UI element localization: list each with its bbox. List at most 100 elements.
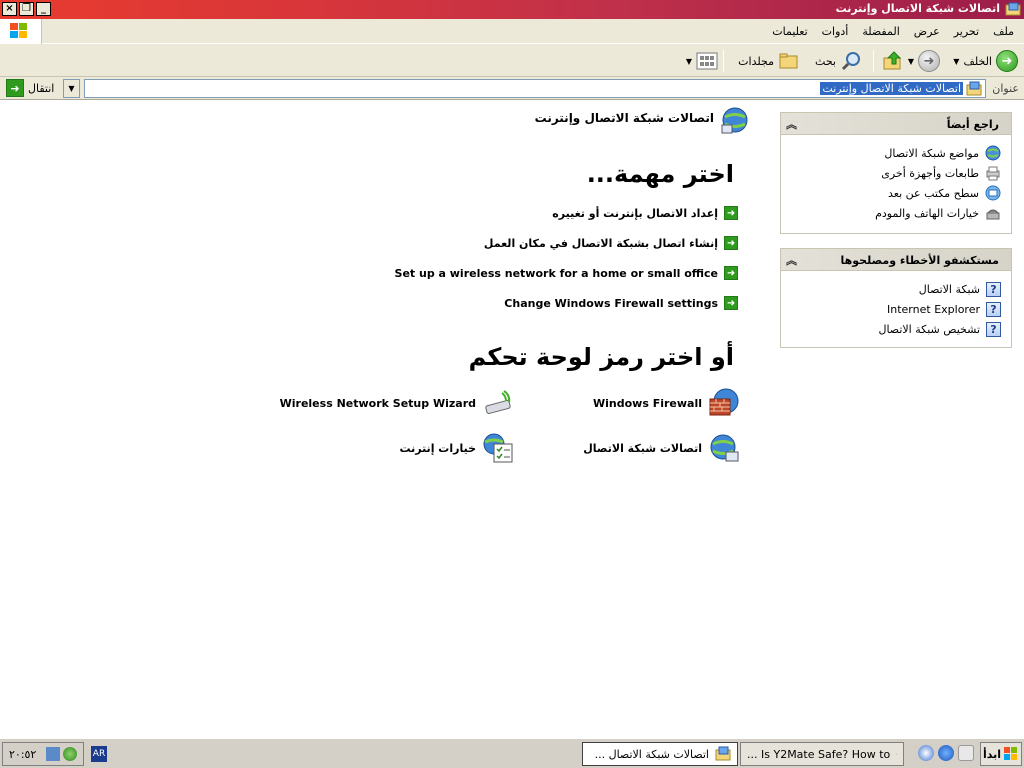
cp-internet-options[interactable]: خيارات إنترنت — [399, 432, 514, 464]
task-label: Change Windows Firewall settings — [504, 296, 718, 310]
back-dropdown-icon[interactable]: ▼ — [953, 57, 959, 66]
network-tray-icon[interactable] — [63, 747, 77, 761]
task-label: Set up a wireless network for a home or … — [394, 266, 718, 280]
see-also-item-phone-modem[interactable]: خيارات الهاتف والمودم — [791, 203, 1001, 223]
printer-icon — [986, 166, 1000, 181]
minimize-button[interactable]: _ — [36, 2, 51, 16]
troubleshooters-header[interactable]: مستكشفو الأخطاء ومصلحوها ︽ — [781, 249, 1011, 271]
task-arrow-icon: ➜ — [724, 236, 738, 250]
back-arrow-icon: ➜ — [996, 50, 1018, 72]
collapse-chevron-icon[interactable]: ︽ — [786, 116, 797, 132]
see-also-label: خيارات الهاتف والمودم — [875, 206, 979, 220]
go-button[interactable]: انتقال ➜ — [6, 79, 54, 97]
pick-icon-heading: أو اختر رمز لوحة تحكم — [468, 343, 734, 371]
media-player-icon[interactable] — [918, 745, 934, 761]
folders-icon — [779, 53, 798, 69]
network-globe-icon — [721, 107, 748, 134]
internet-explorer-icon[interactable] — [938, 745, 954, 761]
start-label: ابدأ — [982, 747, 1002, 761]
collapse-chevron-icon[interactable]: ︽ — [786, 252, 797, 268]
quick-launch — [918, 745, 974, 761]
windows-logo-icon — [0, 19, 42, 44]
desktop-icon[interactable] — [958, 745, 974, 761]
wireless-adapter-icon — [485, 390, 511, 415]
start-button[interactable]: ابدأ — [980, 742, 1022, 766]
forward-button[interactable]: ➜ ▼ — [908, 49, 940, 73]
troubleshooters-panel: مستكشفو الأخطاء ومصلحوها ︽ ? شبكة الاتصا… — [780, 248, 1012, 348]
remote-desktop-icon — [985, 185, 1001, 201]
address-dropdown-icon[interactable]: ▼ — [63, 79, 80, 98]
address-field[interactable]: اتصالات شبكة الاتصال وإنترنت — [84, 79, 986, 98]
troubleshooter-label: شبكة الاتصال — [918, 282, 980, 296]
taskbar-button-label: اتصالات شبكة الاتصال ... — [594, 747, 709, 761]
network-folder-icon — [715, 746, 731, 761]
task-arrow-icon: ➜ — [724, 296, 738, 310]
title-bar[interactable]: اتصالات شبكة الاتصال وإنترنت × ❐ _ — [0, 0, 1024, 19]
taskbar-button-browser[interactable]: Is Y2Mate Safe? How to ... — [740, 742, 904, 766]
pick-task-heading: اختر مهمة... — [586, 160, 734, 188]
views-dropdown-icon: ▼ — [685, 56, 692, 66]
close-button[interactable]: × — [2, 2, 17, 16]
cp-wireless-wizard[interactable]: Wireless Network Setup Wizard — [280, 387, 514, 419]
toolbar: ➜ الخلف ▼ ➜ ▼ بحث مجلدات ▼ — [0, 44, 1024, 77]
back-button[interactable]: ➜ الخلف ▼ — [953, 49, 1018, 73]
back-label: الخلف — [963, 54, 992, 68]
views-button[interactable]: ▼ — [686, 49, 718, 73]
forward-dropdown-icon: ▼ — [907, 56, 914, 66]
go-arrow-icon: ➜ — [6, 79, 24, 97]
menu-edit[interactable]: تحرير — [954, 25, 979, 38]
task-arrow-icon: ➜ — [724, 266, 738, 280]
menu-tools[interactable]: أدوات — [822, 25, 849, 38]
help-question-icon: ? — [986, 301, 1001, 317]
see-also-label: طابعات وأجهزة أخرى — [881, 166, 979, 180]
page-title: اتصالات شبكة الاتصال وإنترنت — [534, 111, 714, 125]
windows-logo-icon — [1004, 747, 1018, 760]
see-also-title: راجع أيضاً — [946, 118, 999, 131]
troubleshooter-item-ie[interactable]: ? Internet Explorer — [791, 299, 1001, 319]
restore-button[interactable]: ❐ — [19, 2, 34, 16]
cp-network-connections[interactable]: اتصالات شبكة الاتصال — [583, 432, 740, 464]
up-folder-button[interactable] — [882, 49, 904, 73]
clock[interactable]: ٢٠:٥٢ — [9, 748, 36, 761]
connection-tray-icon[interactable] — [46, 747, 60, 761]
taskbar-button-network[interactable]: اتصالات شبكة الاتصال ... — [582, 742, 738, 766]
task-label: إعداد الاتصال بإنترنت أو تغييره — [552, 206, 718, 220]
network-folder-icon — [1005, 2, 1021, 16]
cp-label: اتصالات شبكة الاتصال — [583, 441, 702, 455]
help-question-icon: ? — [986, 321, 1001, 337]
search-button[interactable]: بحث — [815, 49, 862, 73]
see-also-header[interactable]: راجع أيضاً ︽ — [781, 113, 1011, 135]
troubleshooter-label: تشخيص شبكة الاتصال — [878, 322, 980, 336]
menu-favorites[interactable]: المفضلة — [862, 25, 899, 38]
see-also-panel: راجع أيضاً ︽ مواضع شبكة الاتصال طابعات و… — [780, 112, 1012, 234]
cp-label: Windows Firewall — [592, 396, 702, 410]
see-also-item-printers[interactable]: طابعات وأجهزة أخرى — [791, 163, 1001, 183]
taskbar-button-label: Is Y2Mate Safe? How to ... — [747, 747, 891, 761]
address-value[interactable]: اتصالات شبكة الاتصال وإنترنت — [820, 82, 963, 95]
search-icon — [841, 52, 860, 71]
cp-label: Wireless Network Setup Wizard — [279, 396, 476, 410]
cp-label: خيارات إنترنت — [399, 441, 476, 455]
menu-view[interactable]: عرض — [914, 25, 940, 38]
see-also-item-network-places[interactable]: مواضع شبكة الاتصال — [791, 143, 1001, 163]
task-firewall-settings[interactable]: ➜ Change Windows Firewall settings — [504, 295, 738, 311]
see-also-label: سطح مكتب عن بعد — [888, 186, 979, 200]
troubleshooter-item-diagnose[interactable]: ? تشخيص شبكة الاتصال — [791, 319, 1001, 339]
language-indicator[interactable]: AR — [91, 746, 107, 762]
troubleshooter-item-network[interactable]: ? شبكة الاتصال — [791, 279, 1001, 299]
cp-windows-firewall[interactable]: Windows Firewall — [593, 387, 740, 419]
taskbar: ابدأ Is Y2Mate Safe? How to ... اتصالات … — [0, 738, 1024, 768]
menu-bar: ملف تحرير عرض المفضلة أدوات تعليمات — [0, 19, 1024, 44]
browser-app-icon — [896, 753, 897, 755]
task-label: إنشاء اتصال بشبكة الاتصال في مكان العمل — [483, 236, 718, 250]
folders-button[interactable]: مجلدات — [738, 49, 800, 73]
search-label: بحث — [815, 54, 836, 68]
see-also-item-remote-desktop[interactable]: سطح مكتب عن بعد — [791, 183, 1001, 203]
task-internet-connection[interactable]: ➜ إعداد الاتصال بإنترنت أو تغييره — [552, 205, 738, 221]
task-workplace-connection[interactable]: ➜ إنشاء اتصال بشبكة الاتصال في مكان العم… — [484, 235, 738, 251]
menu-file[interactable]: ملف — [993, 25, 1014, 38]
menu-help[interactable]: تعليمات — [772, 25, 807, 38]
task-wireless-network[interactable]: ➜ Set up a wireless network for a home o… — [395, 265, 738, 281]
firewall-icon — [709, 388, 739, 416]
globe-network-icon — [985, 145, 1001, 161]
